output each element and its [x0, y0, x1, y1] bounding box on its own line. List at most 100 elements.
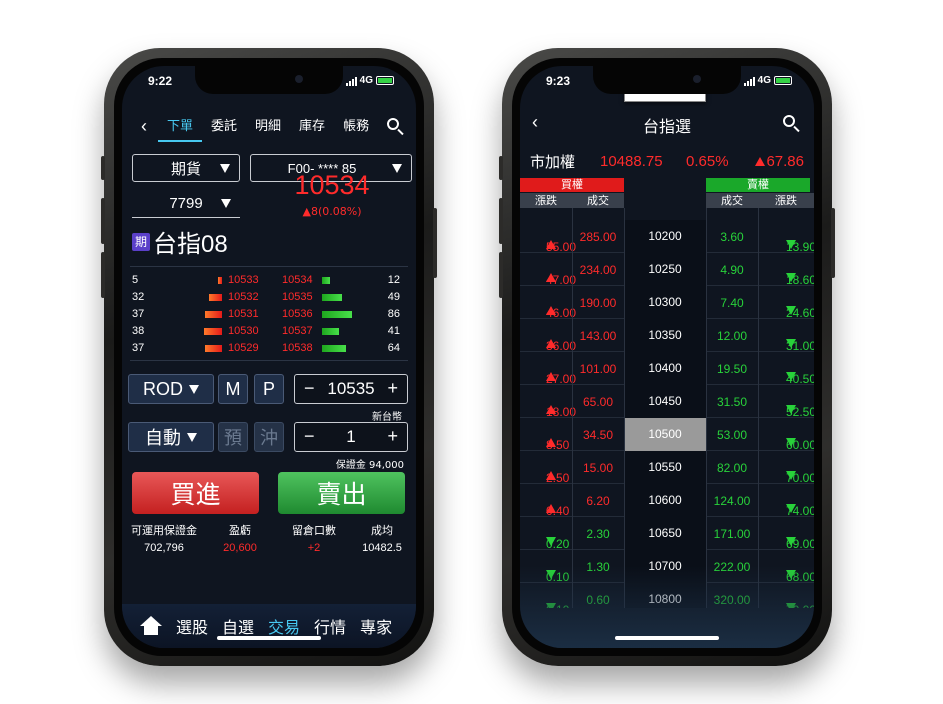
- bid-bar: [209, 294, 222, 301]
- order-price-value[interactable]: 10535: [327, 379, 374, 399]
- strike-price[interactable]: 10200: [624, 220, 706, 253]
- order-book-row[interactable]: 37 10529 10538 64: [132, 340, 406, 357]
- branch-select[interactable]: 7799: [132, 190, 240, 218]
- strike-price[interactable]: 10450: [624, 385, 706, 418]
- home-icon[interactable]: [140, 616, 162, 636]
- option-row[interactable]: 27.00 101.00 10400 19.50 40.50: [520, 352, 814, 386]
- order-type-select[interactable]: ROD: [128, 374, 214, 404]
- order-book-row[interactable]: 38 10530 10537 41: [132, 323, 406, 340]
- futures-badge: 期: [132, 232, 150, 251]
- daytrade-button[interactable]: 沖: [254, 422, 284, 452]
- option-row[interactable]: 0.20 2.30 10650 171.00 69.00: [520, 517, 814, 551]
- order-book: 5 10533 10534 12 32 10532 10535 49 37 10531 10536 8…: [132, 272, 406, 357]
- home-indicator[interactable]: [615, 636, 719, 640]
- nav-stock-picker[interactable]: 選股: [176, 614, 208, 638]
- side-button: [499, 198, 503, 244]
- option-row[interactable]: 2.50 15.00 10550 82.00 70.00: [520, 451, 814, 485]
- nav-quotes[interactable]: 行情: [314, 614, 346, 638]
- side-button: [831, 208, 835, 278]
- bid-qty: 38: [132, 325, 145, 337]
- price-increase-button[interactable]: +: [387, 378, 398, 399]
- strike-price[interactable]: 10500: [624, 418, 706, 451]
- search-icon[interactable]: [782, 114, 800, 132]
- nav-trade[interactable]: 交易: [268, 614, 300, 638]
- option-row[interactable]: 36.00 143.00 10350 12.00 31.00: [520, 319, 814, 353]
- auto-select[interactable]: 自動: [128, 422, 214, 452]
- put-volume: 4.90: [720, 263, 744, 277]
- side-button: [101, 252, 105, 298]
- nav-watchlist[interactable]: 自選: [222, 614, 254, 638]
- call-volume: 234.00: [579, 263, 617, 277]
- buy-button[interactable]: 買進: [132, 472, 259, 514]
- tab-entrust[interactable]: 委託: [202, 110, 246, 142]
- ask-price: 10535: [282, 291, 313, 303]
- side-button: [101, 198, 105, 244]
- tab-inventory[interactable]: 庫存: [290, 110, 334, 142]
- tab-detail[interactable]: 明細: [246, 110, 290, 142]
- strike-price[interactable]: 10550: [624, 451, 706, 484]
- status-bar: 9:22 4G: [122, 72, 416, 94]
- put-volume: 82.00: [716, 461, 748, 475]
- put-volume: 124.00: [713, 494, 751, 508]
- side-button: [499, 252, 503, 298]
- ask-bar: [322, 277, 330, 284]
- tab-order[interactable]: 下單: [158, 110, 203, 142]
- call-volume: 190.00: [579, 296, 617, 310]
- option-row[interactable]: 47.00 234.00 10250 4.90 18.60: [520, 253, 814, 287]
- call-volume: 143.00: [579, 329, 617, 343]
- preorder-button[interactable]: 預: [218, 422, 248, 452]
- ask-bar: [322, 328, 339, 335]
- price-stepper: − 10535 +: [294, 374, 408, 404]
- qty-decrease-button[interactable]: −: [304, 426, 315, 447]
- nav-expert[interactable]: 專家: [360, 614, 392, 638]
- bid-bar: [204, 328, 222, 335]
- quantity-stepper: − 1 +: [294, 422, 408, 452]
- order-book-row[interactable]: 37 10531 10536 86: [132, 306, 406, 323]
- bid-qty: 32: [132, 291, 145, 303]
- index-percent: 0.65%: [686, 152, 729, 170]
- chevron-down-icon: [187, 432, 197, 442]
- strike-price[interactable]: 10400: [624, 352, 706, 385]
- qty-value[interactable]: 1: [346, 427, 355, 447]
- option-row[interactable]: 0.40 6.20 10600 124.00 74.00: [520, 484, 814, 518]
- put-volume: 19.50: [716, 362, 748, 376]
- available-margin-value: 702,796: [144, 542, 184, 554]
- back-arrow-icon[interactable]: ‹: [130, 116, 158, 137]
- ask-price: 10536: [282, 308, 313, 320]
- strike-price[interactable]: 10350: [624, 319, 706, 352]
- strike-price[interactable]: 10600: [624, 484, 706, 517]
- strike-price[interactable]: 10300: [624, 286, 706, 319]
- strike-price[interactable]: 10250: [624, 253, 706, 286]
- open-position-value: +2: [307, 542, 321, 554]
- chevron-down-icon: [392, 164, 402, 173]
- qty-increase-button[interactable]: +: [387, 426, 398, 447]
- status-bar: 9:23 4G: [520, 72, 814, 94]
- order-book-row[interactable]: 32 10532 10535 49: [132, 289, 406, 306]
- limit-order-button[interactable]: P: [254, 374, 284, 404]
- ask-qty: 64: [387, 342, 400, 354]
- option-row[interactable]: 18.00 65.00 10450 31.50 52.50: [520, 385, 814, 419]
- option-row[interactable]: 8.50 34.50 10500 53.00 60.00: [520, 418, 814, 452]
- type-select[interactable]: 期貨: [132, 154, 240, 182]
- index-label: 市加權: [530, 153, 576, 171]
- avg-price-value: 10482.5: [362, 542, 402, 554]
- ask-bar: [322, 294, 342, 301]
- price-decrease-button[interactable]: −: [304, 378, 315, 399]
- home-indicator[interactable]: [217, 636, 321, 640]
- call-volume: 101.00: [579, 362, 617, 376]
- option-row[interactable]: 55.00 285.00 10200 3.60 13.90: [520, 220, 814, 254]
- market-order-button[interactable]: M: [218, 374, 248, 404]
- order-book-row[interactable]: 5 10533 10534 12: [132, 272, 406, 289]
- type-select-value: 期貨: [170, 160, 201, 178]
- sell-button[interactable]: 賣出: [278, 472, 405, 514]
- call-volume: 285.00: [579, 230, 617, 244]
- side-button: [499, 156, 503, 180]
- bid-price: 10533: [228, 274, 259, 286]
- option-row[interactable]: 46.00 190.00 10300 7.40 24.60: [520, 286, 814, 320]
- tab-account[interactable]: 帳務: [334, 110, 378, 142]
- ask-qty: 49: [387, 291, 400, 303]
- bottom-nav: 選股 自選 交易 行情 專家: [122, 604, 416, 648]
- strike-price[interactable]: 10650: [624, 517, 706, 550]
- put-volume: 12.00: [716, 329, 748, 343]
- search-icon[interactable]: [386, 117, 404, 135]
